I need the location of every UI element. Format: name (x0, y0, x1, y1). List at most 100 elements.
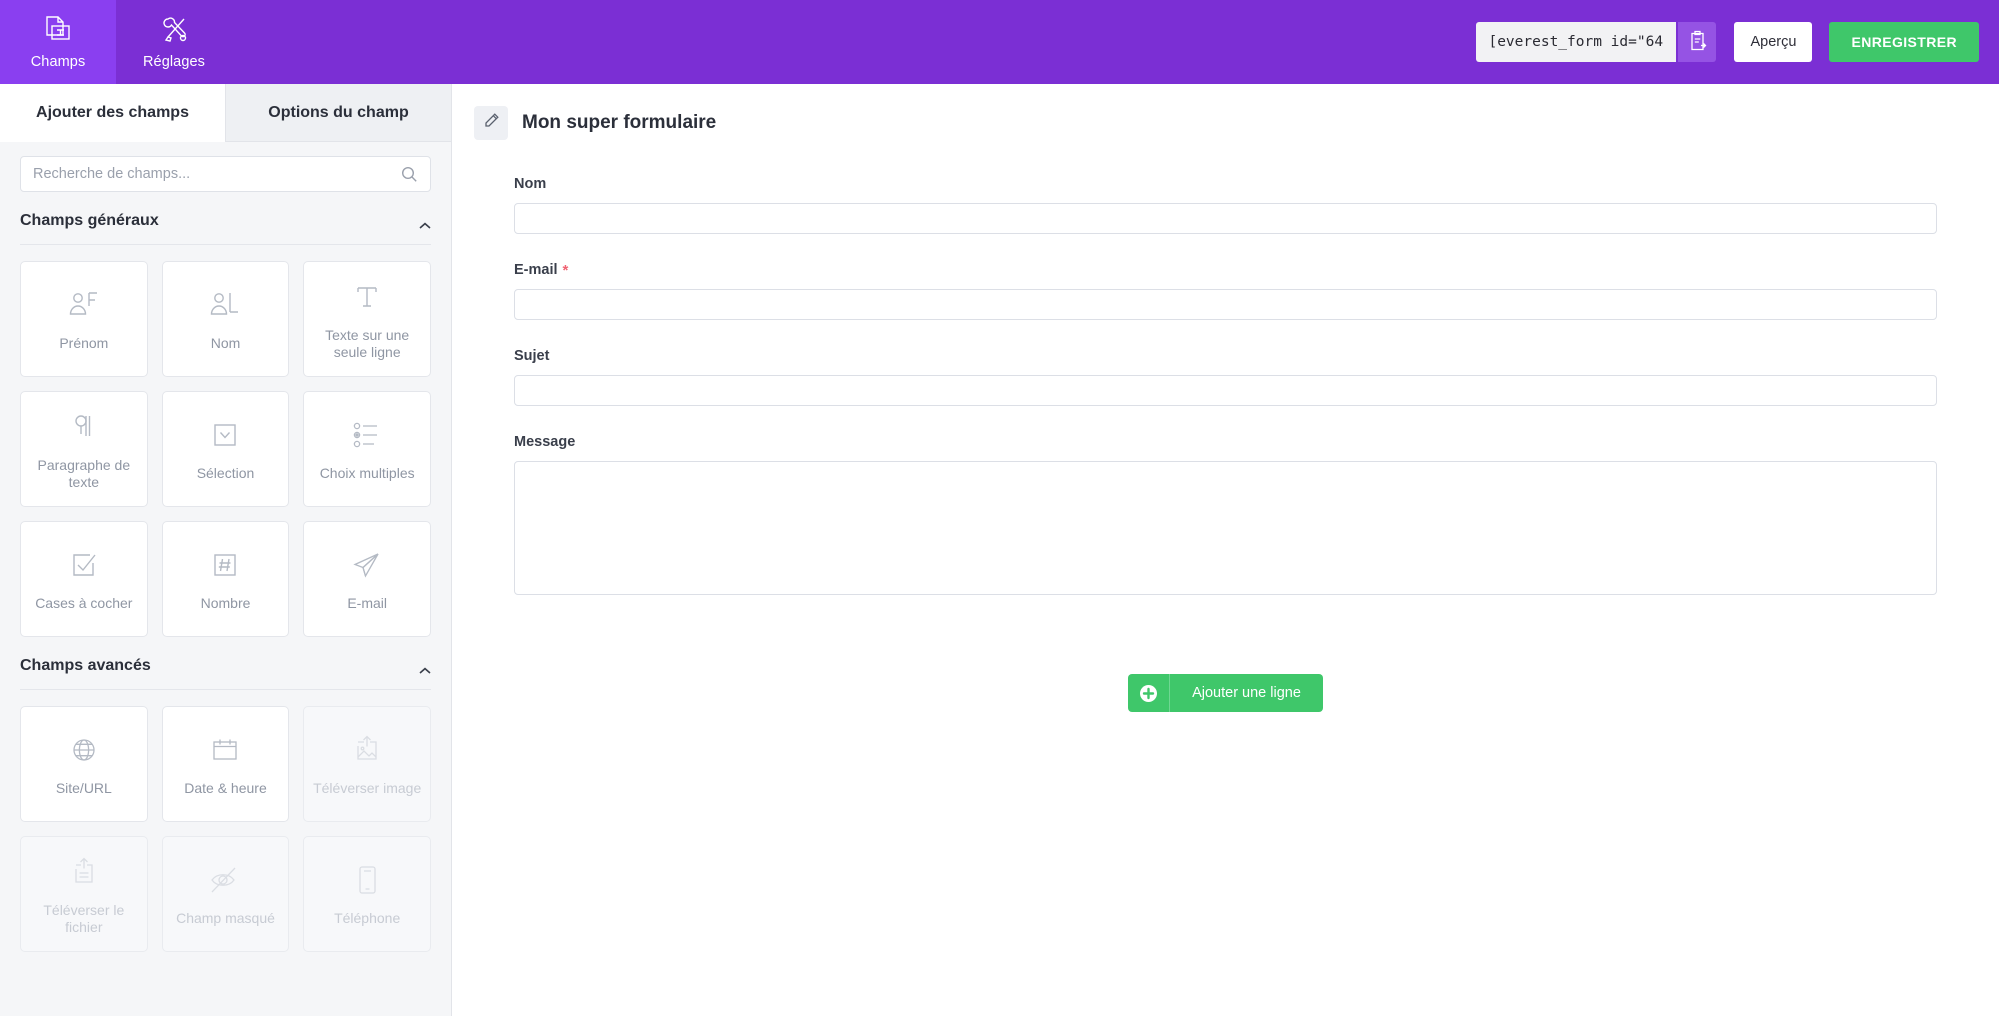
field-card-texte-une-ligne[interactable]: Texte sur une seule ligne (303, 261, 431, 377)
search-box[interactable] (20, 156, 431, 192)
paper-plane-email-icon (349, 545, 385, 585)
field-card-telephone: Téléphone (303, 836, 431, 952)
field-card-label: Téléphone (334, 910, 401, 927)
field-card-label: Prénom (59, 335, 109, 352)
top-bar: Champs Réglages [everest_form id="64"] A… (0, 0, 1999, 84)
field-card-label: Paragraphe de texte (37, 456, 131, 491)
field-card-televerser-fichier: Téléverser le fichier (20, 836, 148, 952)
tab-ajouter-des-champs[interactable]: Ajouter des champs (0, 84, 225, 142)
field-card-label: Téléverser le fichier (43, 901, 125, 936)
single-line-text-icon (350, 277, 384, 317)
top-tab-label: Réglages (142, 53, 206, 70)
sidebar: Ajouter des champs Options du champ Cham… (0, 84, 452, 1016)
form-field-label-text: Nom (514, 176, 547, 192)
field-group-advanced: Champs avancés Site/URL Date & heure Tél… (0, 637, 451, 952)
field-card-date-heure[interactable]: Date & heure (161, 706, 290, 822)
form-field-nom[interactable]: Nom (514, 176, 1937, 234)
field-card-label: Cases à cocher (35, 595, 133, 612)
field-card-label: E-mail (347, 595, 387, 612)
tab-options-du-champ[interactable]: Options du champ (225, 84, 451, 142)
chevron-up-icon[interactable] (419, 217, 431, 229)
page-title: Mon super formulaire (522, 112, 717, 133)
tab-label: Options du champ (268, 103, 409, 121)
field-card-prenom[interactable]: Prénom (20, 261, 148, 377)
copy-shortcode-button[interactable] (1678, 22, 1717, 62)
top-bar-actions: Aperçu ENREGISTRER (1476, 0, 1999, 84)
field-card-email[interactable]: E-mail (303, 521, 431, 637)
tab-label: Ajouter des champs (36, 104, 189, 121)
field-card-nombre[interactable]: Nombre (161, 521, 290, 637)
form-header: Mon super formulaire (452, 84, 1999, 140)
field-card-label: Choix multiples (319, 465, 415, 482)
search-row (0, 142, 451, 192)
shortcode-group (1476, 22, 1717, 62)
top-bar-tabs: Champs Réglages (0, 0, 232, 84)
field-card-champ-masque: Champ masqué (161, 836, 290, 952)
pencil-edit-icon (483, 112, 500, 134)
form-field-label: Sujet (514, 348, 1937, 364)
form-canvas: Mon super formulaire Nom E-mail * Sujet … (452, 84, 1999, 1016)
field-group-general: Champs généraux Prénom Nom Texte sur une… (0, 192, 451, 637)
field-card-label: Nombre (200, 595, 251, 612)
save-button-label: ENREGISTRER (1851, 34, 1957, 50)
clipboard-copy-icon (1688, 30, 1707, 54)
field-card-choix-multiples[interactable]: Choix multiples (303, 391, 431, 507)
search-input[interactable] (21, 157, 401, 191)
field-card-nom[interactable]: Nom (161, 261, 290, 377)
calendar-datetime-icon (208, 730, 242, 770)
top-tab-label: Champs (30, 53, 86, 70)
form-fields-area: Nom E-mail * Sujet Message Ajouter une l… (452, 140, 1999, 712)
chevron-up-icon[interactable] (419, 662, 431, 674)
form-field-email[interactable]: E-mail * (514, 262, 1937, 320)
tools-settings-icon (156, 15, 192, 49)
field-card-cases-a-cocher[interactable]: Cases à cocher (20, 521, 148, 637)
form-field-sujet[interactable]: Sujet (514, 348, 1937, 406)
file-upload-icon (67, 852, 101, 892)
form-field-label-text: Message (514, 434, 576, 450)
required-marker: * (562, 261, 569, 279)
dropdown-select-icon (208, 415, 242, 455)
field-card-paragraphe-texte[interactable]: Paragraphe de texte (20, 391, 148, 507)
sidebar-tabs: Ajouter des champs Options du champ (0, 84, 451, 142)
form-fields-icon (40, 15, 76, 49)
sujet-input[interactable] (514, 375, 1937, 406)
message-textarea[interactable] (514, 461, 1937, 595)
top-tab-champs[interactable]: Champs (0, 0, 116, 84)
edit-form-title-button[interactable] (474, 106, 508, 140)
top-bar-spacer (232, 0, 1476, 84)
field-card-label: Champ masqué (176, 910, 275, 927)
add-row-button[interactable]: Ajouter une ligne (1128, 674, 1323, 712)
field-card-televerser-image: Téléverser image (303, 706, 431, 822)
field-card-label: Texte sur une seule ligne (325, 326, 410, 361)
globe-url-icon (67, 730, 101, 770)
preview-button-label: Aperçu (1750, 34, 1797, 50)
form-field-message[interactable]: Message (514, 434, 1937, 600)
field-card-label: Téléverser image (313, 780, 422, 797)
person-last-name-icon (205, 285, 245, 325)
email-input[interactable] (514, 289, 1937, 320)
save-button[interactable]: ENREGISTRER (1829, 22, 1979, 62)
shortcode-input[interactable] (1476, 22, 1677, 62)
nom-input[interactable] (514, 203, 1937, 234)
plus-circle-icon (1128, 674, 1171, 712)
add-row-button-label: Ajouter une ligne (1192, 685, 1301, 701)
paragraph-text-icon (67, 407, 101, 447)
preview-button[interactable]: Aperçu (1734, 22, 1813, 62)
top-tab-reglages[interactable]: Réglages (116, 0, 232, 84)
field-card-site-url[interactable]: Site/URL (20, 706, 148, 822)
checkbox-icon (67, 545, 101, 585)
form-field-label-text: Sujet (514, 348, 550, 364)
form-field-label: Nom (514, 176, 1937, 192)
eye-hidden-icon (207, 860, 243, 900)
phone-icon (352, 860, 382, 900)
search-icon[interactable] (401, 166, 418, 183)
person-first-name-icon (64, 285, 104, 325)
field-card-grid-general: Prénom Nom Texte sur une seule ligne Par… (20, 245, 431, 637)
field-card-selection[interactable]: Sélection (161, 391, 290, 507)
group-header-general[interactable]: Champs généraux (20, 192, 431, 245)
image-upload-icon (350, 730, 384, 770)
radio-multiple-choice-icon (348, 415, 386, 455)
form-field-label-text: E-mail (514, 262, 558, 278)
add-row-area: Ajouter une ligne (514, 628, 1937, 712)
group-header-advanced[interactable]: Champs avancés (20, 637, 431, 690)
